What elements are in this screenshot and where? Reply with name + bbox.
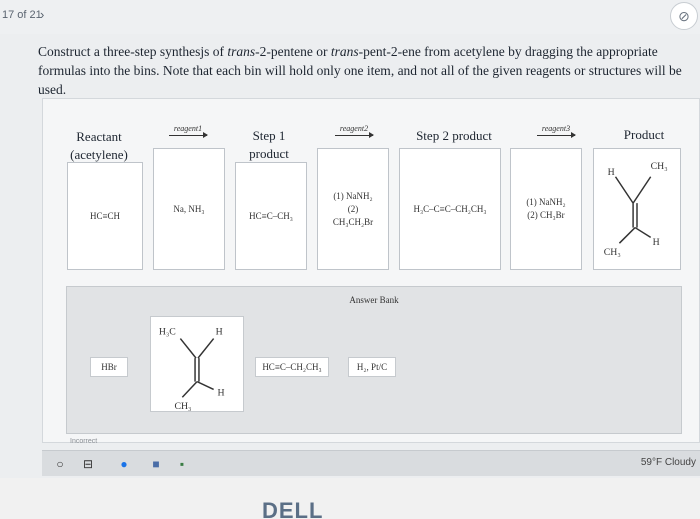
reagent3-formula[interactable]: (1) NaNH₂ (2) CH₃Br: [526, 196, 565, 222]
step1-bin[interactable]: HC≡C–CH₃: [235, 162, 307, 270]
reagent1-bin[interactable]: Na, NH₃: [153, 148, 225, 270]
reagent3-text: reagent3: [541, 124, 571, 133]
step2-formula[interactable]: H₃C–C≡C–CH₂CH₃: [413, 204, 486, 214]
product-bin[interactable]: H CH₃ H CH₃: [593, 148, 681, 270]
next-question-arrow[interactable]: ›: [40, 7, 44, 22]
task-view-icon[interactable]: ⊟: [80, 456, 96, 472]
reactant-bin[interactable]: HC≡CH: [67, 162, 143, 270]
answer-structure-chip[interactable]: H₃C H H CH₃: [150, 316, 244, 412]
app-icon[interactable]: ▪: [174, 456, 190, 472]
atom-label: CH₃: [604, 247, 621, 258]
answer-chip[interactable]: H₂, Pt/C: [348, 357, 396, 377]
answer-chip[interactable]: HC≡C–CH₂CH₃: [255, 357, 329, 377]
taskbar: ○ ⊟ ● ■ ▪ 59°F Cloudy: [42, 450, 700, 476]
question-text: Construct a three-step synthesjs of tran…: [38, 42, 700, 99]
reagent2-bin[interactable]: (1) NaNH₂ (2) CH₃CH₂Br: [317, 148, 389, 270]
reagent1-label: reagent1: [165, 124, 211, 138]
step2-bin[interactable]: H₃C–C≡C–CH₂CH₃: [399, 148, 501, 270]
atom-label: H: [608, 167, 615, 178]
reagent1-formula[interactable]: Na, NH₃: [173, 204, 204, 214]
atom-label: H: [218, 387, 225, 398]
answer-bank-title: Answer Bank: [349, 295, 399, 305]
reactant-formula[interactable]: HC≡CH: [90, 211, 120, 221]
weather-widget[interactable]: 59°F Cloudy: [641, 457, 696, 468]
alkene-structure[interactable]: H₃C H H CH₃: [151, 316, 243, 412]
flag-icon[interactable]: ⊘: [670, 2, 698, 30]
step1-formula[interactable]: HC≡C–CH₃: [249, 211, 293, 221]
atom-label: H: [653, 237, 660, 248]
arrow-icon: [169, 132, 208, 138]
dell-logo: DELL: [262, 498, 324, 519]
reagent1-text: reagent1: [173, 124, 203, 133]
answer-chip-text[interactable]: HBr: [101, 362, 117, 372]
reagent3-bin[interactable]: (1) NaNH₂ (2) CH₃Br: [510, 148, 582, 270]
reagent2-formula[interactable]: (1) NaNH₂ (2) CH₃CH₂Br: [333, 190, 373, 229]
top-nav-bar: 17 of 21 › ⊘: [0, 0, 700, 34]
arrow-icon: [335, 132, 374, 138]
answer-chip-text[interactable]: H₂, Pt/C: [357, 362, 387, 372]
atom-label: H: [216, 327, 223, 338]
product-header: Product: [623, 127, 665, 142]
question-counter: 17 of 21: [2, 9, 42, 21]
monitor-bezel: [0, 478, 700, 519]
reagent2-text: reagent2: [339, 124, 369, 133]
atom-label: CH₃: [174, 401, 191, 412]
arrow-icon: [537, 132, 576, 138]
question-italic: trans: [330, 44, 359, 59]
chrome-icon[interactable]: ●: [116, 456, 132, 472]
teams-icon[interactable]: ■: [148, 456, 164, 472]
answer-chip-text[interactable]: HC≡C–CH₂CH₃: [262, 362, 321, 372]
question-part: -2-pentene or: [255, 44, 331, 59]
atom-label: H₃C: [159, 327, 176, 338]
step2-header: Step 2 product: [416, 128, 492, 143]
atom-label: CH₃: [651, 161, 668, 172]
step1-header: Step 1 product: [249, 128, 289, 161]
reagent3-label: reagent3: [532, 124, 580, 138]
question-italic: trans: [227, 44, 256, 59]
search-icon[interactable]: ○: [52, 456, 68, 472]
reagent2-label: reagent2: [330, 124, 378, 138]
status-text: Incorrect: [70, 438, 98, 445]
reactant-header: Reactant (acetylene): [70, 129, 128, 162]
answer-chip[interactable]: HBr: [90, 357, 128, 377]
question-part: Construct a three-step synthesjs of: [38, 44, 228, 59]
product-structure[interactable]: H CH₃ H CH₃: [594, 148, 680, 270]
